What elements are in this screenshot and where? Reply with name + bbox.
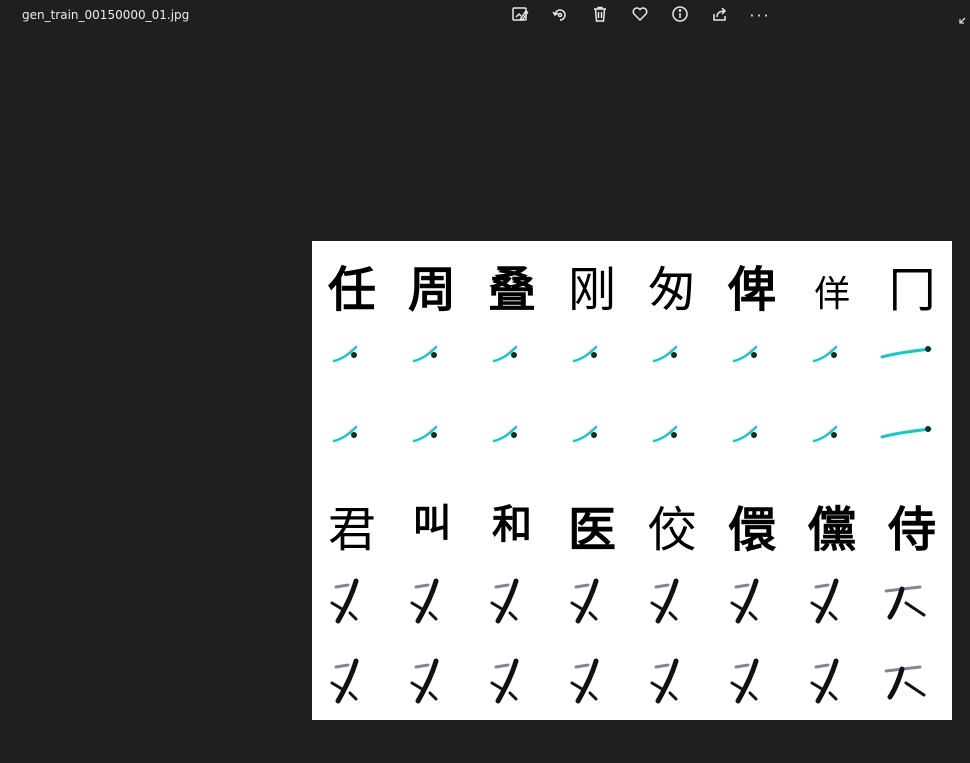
character-glyph: 儇 xyxy=(727,502,776,558)
generated-stroke-sample xyxy=(792,643,872,720)
generated-stroke-sample xyxy=(312,643,392,720)
cyan-stroke-row xyxy=(312,315,952,395)
share-icon xyxy=(711,5,729,27)
generated-stroke-sample xyxy=(632,315,712,395)
generated-stroke-sample xyxy=(312,563,392,643)
generated-stroke-sample xyxy=(872,643,952,720)
share-button[interactable] xyxy=(700,4,740,28)
toolbar: ··· xyxy=(500,4,780,28)
generated-stroke-sample xyxy=(392,395,472,475)
character-glyph: 匆 xyxy=(647,262,696,318)
generated-stroke-sample xyxy=(552,643,632,720)
generated-stroke-sample xyxy=(392,315,472,395)
bottom-character-row: 君 叫 和 医 佼 儇 儻 侍 xyxy=(312,485,952,565)
cyan-stroke-row xyxy=(312,395,952,475)
character-glyph: 冂 xyxy=(887,262,936,318)
generated-stroke-sample xyxy=(872,315,952,395)
generated-stroke-sample xyxy=(792,315,872,395)
delete-button[interactable] xyxy=(580,4,620,28)
generated-stroke-sample xyxy=(552,315,632,395)
displayed-image: 任 周 叠 刚 匆 俾 佯 冂 君 叫 和 医 佼 儇 儻 侍 xyxy=(312,241,952,720)
generated-stroke-sample xyxy=(472,395,552,475)
fullscreen-icon[interactable] xyxy=(958,10,970,24)
character-glyph: 叫 xyxy=(412,500,451,545)
favorite-icon xyxy=(631,5,649,27)
delete-icon xyxy=(591,5,609,27)
generated-stroke-sample xyxy=(312,315,392,395)
dark-stroke-row xyxy=(312,643,952,720)
generated-stroke-sample xyxy=(632,643,712,720)
generated-stroke-sample xyxy=(712,315,792,395)
generated-stroke-sample xyxy=(632,395,712,475)
generated-stroke-sample xyxy=(552,395,632,475)
generated-stroke-sample xyxy=(712,395,792,475)
generated-stroke-sample xyxy=(312,395,392,475)
dark-stroke-row xyxy=(312,563,952,643)
generated-stroke-sample xyxy=(872,563,952,643)
generated-stroke-sample xyxy=(392,643,472,720)
edit-image-icon xyxy=(511,5,529,27)
generated-stroke-sample xyxy=(712,563,792,643)
top-character-row: 任 周 叠 刚 匆 俾 佯 冂 xyxy=(312,245,952,325)
title-bar: gen_train_00150000_01.jpg ··· xyxy=(0,0,970,34)
info-icon xyxy=(671,5,689,27)
more-options-button[interactable]: ··· xyxy=(740,4,780,28)
generated-stroke-sample xyxy=(392,563,472,643)
generated-stroke-sample xyxy=(472,315,552,395)
character-glyph: 和 xyxy=(492,502,532,548)
generated-stroke-sample xyxy=(632,563,712,643)
rotate-button[interactable] xyxy=(540,4,580,28)
character-glyph: 刚 xyxy=(567,262,616,318)
window-title: gen_train_00150000_01.jpg xyxy=(22,8,190,22)
generated-stroke-sample xyxy=(472,643,552,720)
info-button[interactable] xyxy=(660,4,700,28)
character-glyph: 侍 xyxy=(887,502,936,558)
generated-stroke-sample xyxy=(872,395,952,475)
character-glyph: 儻 xyxy=(807,502,856,558)
generated-stroke-sample xyxy=(472,563,552,643)
generated-stroke-sample xyxy=(792,563,872,643)
generated-stroke-sample xyxy=(712,643,792,720)
rotate-icon xyxy=(551,5,569,27)
character-glyph: 任 xyxy=(327,262,376,318)
character-glyph: 君 xyxy=(327,502,376,558)
character-glyph: 俾 xyxy=(727,262,776,318)
character-glyph: 佼 xyxy=(647,502,696,558)
generated-stroke-sample xyxy=(552,563,632,643)
edit-image-button[interactable] xyxy=(500,4,540,28)
character-glyph: 医 xyxy=(567,502,616,558)
generated-stroke-sample xyxy=(792,395,872,475)
character-glyph: 叠 xyxy=(487,262,536,318)
character-glyph: 周 xyxy=(407,262,456,318)
favorite-button[interactable] xyxy=(620,4,660,28)
